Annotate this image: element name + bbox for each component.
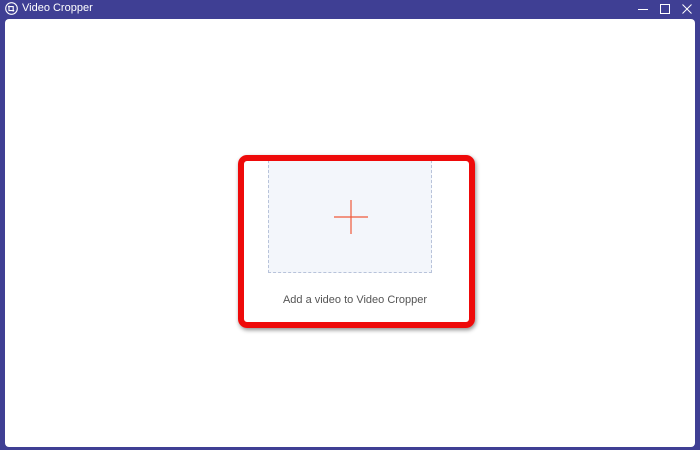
video-crop-icon [5, 2, 18, 15]
minimize-button[interactable] [632, 0, 654, 17]
window-title: Video Cropper [22, 2, 93, 14]
add-video-label: Add a video to Video Cropper [282, 294, 428, 306]
maximize-icon [660, 3, 670, 14]
main-content: Add a video to Video Cropper [5, 19, 695, 447]
maximize-button[interactable] [654, 0, 676, 17]
title-bar: Video Cropper [0, 0, 700, 17]
minimize-icon [638, 8, 648, 10]
add-video-drop-zone[interactable] [268, 160, 432, 273]
close-button[interactable] [676, 0, 698, 17]
plus-icon [334, 200, 368, 234]
close-icon [682, 3, 692, 14]
